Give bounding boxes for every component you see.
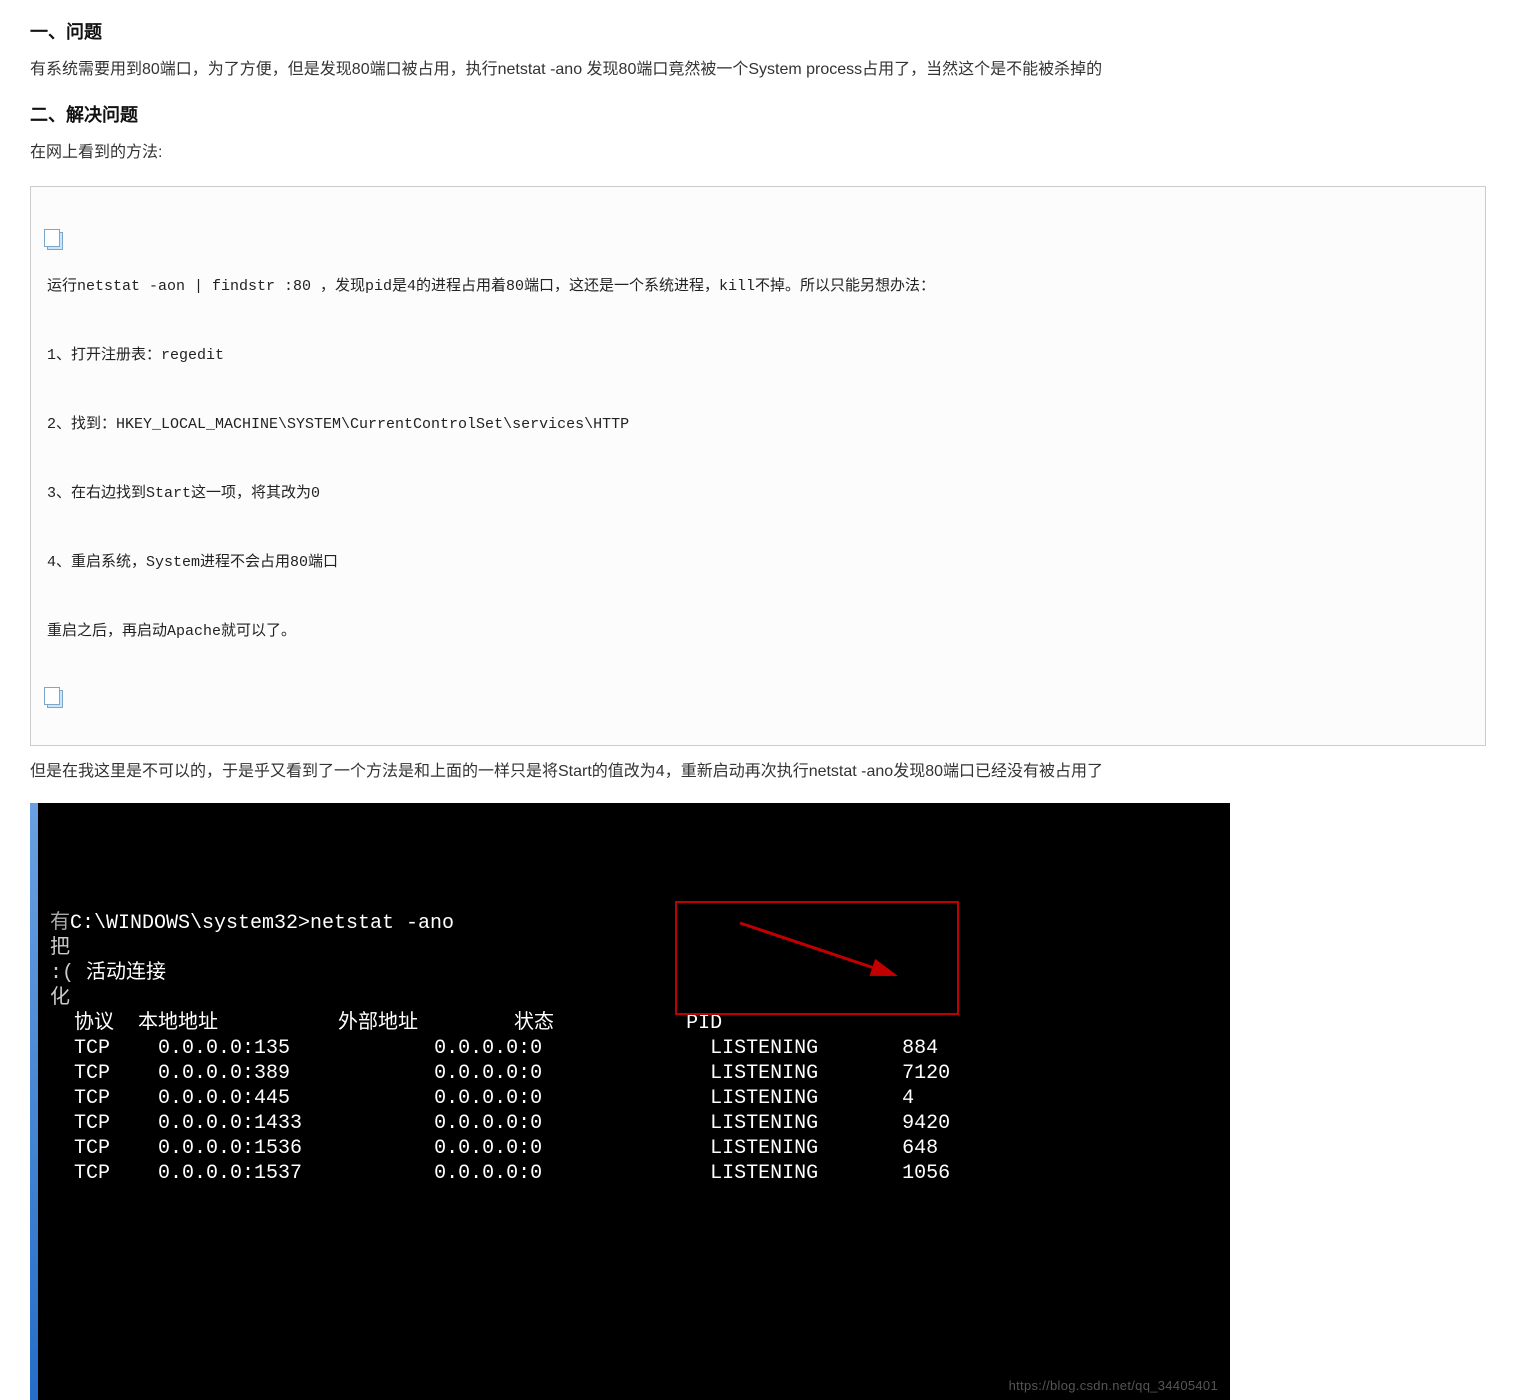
terminal-side: 把 bbox=[50, 937, 70, 960]
code-line: 4、重启系统，System进程不会占用80端口 bbox=[47, 546, 1469, 581]
code-line: 2、找到：HKEY_LOCAL_MACHINE\SYSTEM\CurrentCo… bbox=[47, 408, 1469, 443]
copy-icon[interactable] bbox=[47, 232, 63, 250]
terminal-header: 协议 本地地址 外部地址 状态 PID bbox=[50, 1012, 722, 1035]
code-line: 1、打开注册表：regedit bbox=[47, 339, 1469, 374]
code-line: 3、在右边找到Start这一项，将其改为0 bbox=[47, 477, 1469, 512]
window-strip bbox=[30, 803, 38, 1400]
terminal-prefix: 有 bbox=[50, 912, 70, 935]
copy-icon[interactable] bbox=[47, 690, 63, 708]
terminal-row: TCP 0.0.0.0:1537 0.0.0.0:0 LISTENING 105… bbox=[50, 1162, 950, 1185]
terminal-side: :( bbox=[50, 962, 86, 985]
heading-solution: 二、解决问题 bbox=[30, 101, 1486, 127]
terminal-prompt: C:\WINDOWS\system32>netstat -ano bbox=[70, 912, 454, 935]
terminal-row: TCP 0.0.0.0:445 0.0.0.0:0 LISTENING 4 bbox=[50, 1087, 914, 1110]
terminal-active-conn: 活动连接 bbox=[86, 962, 166, 985]
paragraph-problem: 有系统需要用到80端口，为了方便，但是发现80端口被占用，执行netstat -… bbox=[30, 56, 1486, 83]
paragraph-method-intro: 在网上看到的方法: bbox=[30, 139, 1486, 166]
heading-problem: 一、问题 bbox=[30, 18, 1486, 44]
paragraph-result: 但是在我这里是不可以的，于是乎又看到了一个方法是和上面的一样只是将Start的值… bbox=[30, 758, 1486, 785]
code-line: 重启之后，再启动Apache就可以了。 bbox=[47, 615, 1469, 650]
terminal-row: TCP 0.0.0.0:135 0.0.0.0:0 LISTENING 884 bbox=[50, 1037, 938, 1060]
terminal-row: TCP 0.0.0.0:389 0.0.0.0:0 LISTENING 7120 bbox=[50, 1062, 950, 1085]
code-block: 运行netstat -aon | findstr :80 ，发现pid是4的进程… bbox=[30, 186, 1486, 746]
terminal-row: TCP 0.0.0.0:1536 0.0.0.0:0 LISTENING 648 bbox=[50, 1137, 938, 1160]
terminal-window: 有C:\WINDOWS\system32>netstat -ano 把 :( 活… bbox=[30, 803, 1230, 1400]
terminal-side: 化 bbox=[50, 987, 70, 1010]
watermark: https://blog.csdn.net/qq_34405401 bbox=[1009, 1378, 1218, 1394]
terminal-row: TCP 0.0.0.0:1433 0.0.0.0:0 LISTENING 942… bbox=[50, 1112, 950, 1135]
code-line: 运行netstat -aon | findstr :80 ，发现pid是4的进程… bbox=[47, 270, 1469, 305]
